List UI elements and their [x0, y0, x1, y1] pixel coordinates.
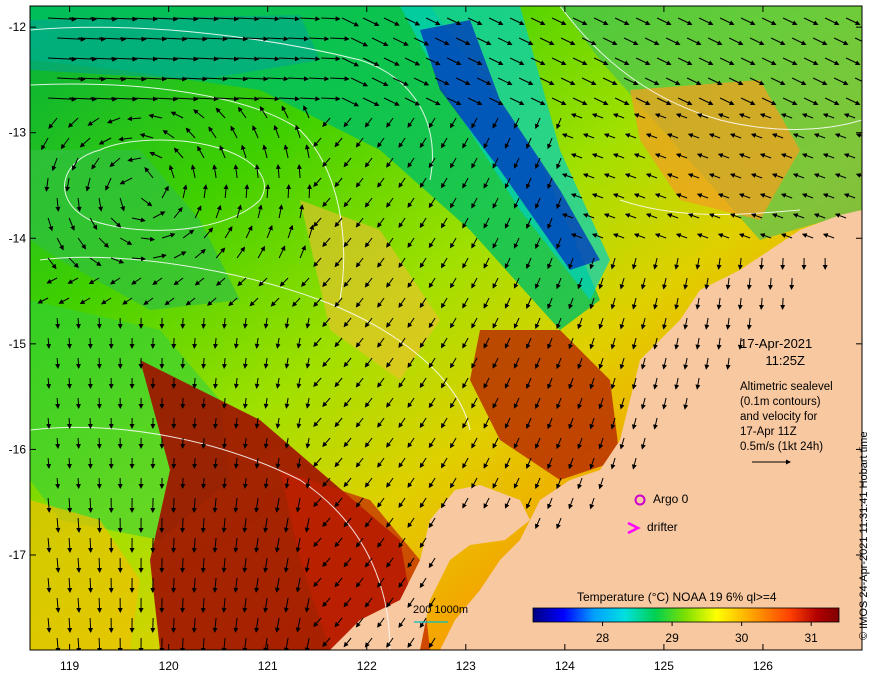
- velocity-arrow: [66, 457, 72, 469]
- drifter-label: drifter: [647, 520, 678, 534]
- velocity-arrow: [866, 114, 876, 118]
- lat-tick-label: -14: [9, 231, 27, 245]
- velocity-arrow: [180, 437, 186, 449]
- velocity-arrow: [171, 417, 177, 429]
- argo-label: Argo 0: [653, 492, 689, 506]
- velocity-arrow: [180, 317, 186, 329]
- lat-tick-label: -12: [9, 20, 27, 34]
- velocity-arrow: [75, 477, 81, 489]
- velocity-arrow: [180, 397, 186, 409]
- velocity-arrow: [66, 377, 72, 389]
- lon-tick-label: 122: [357, 659, 377, 673]
- velocity-arrow: [171, 377, 177, 389]
- velocity-arrow: [876, 78, 880, 85]
- lon-tick-label: 126: [753, 659, 773, 673]
- velocity-arrow: [97, 597, 103, 613]
- velocity-arrow: [171, 337, 177, 349]
- colorbar-tick-label: 29: [665, 631, 679, 645]
- velocity-arrow: [75, 317, 81, 329]
- velocity-arrow: [866, 194, 876, 198]
- velocity-arrow: [66, 417, 72, 429]
- velocity-arrow: [867, 58, 880, 65]
- sst-field: [30, 6, 862, 650]
- annotation-line: 17-Apr 11Z: [740, 426, 797, 438]
- velocity-arrow: [180, 477, 186, 489]
- velocity-arrow: [780, 257, 786, 270]
- lon-tick-label: 125: [654, 659, 674, 673]
- lat-tick-label: -17: [9, 548, 27, 562]
- copyright-notice: © IMOS 24-Apr-2021 11:31:41 Hobart time: [858, 431, 870, 640]
- velocity-arrow: [97, 557, 103, 573]
- lon-tick-label: 124: [555, 659, 575, 673]
- date-label: 17-Apr-2021: [740, 336, 813, 351]
- velocity-arrow: [286, 184, 292, 199]
- velocity-arrow: [866, 154, 876, 158]
- colorbar: [532, 607, 840, 623]
- depth-scale-label: 200 1000m: [413, 604, 469, 616]
- velocity-arrow: [88, 537, 94, 553]
- annotation-line: 0.5m/s (1kt 24h): [740, 441, 824, 453]
- annotation-line: and velocity for: [740, 411, 818, 423]
- velocity-arrow: [75, 357, 81, 369]
- velocity-arrow: [88, 577, 94, 593]
- lat-tick-label: -16: [9, 442, 27, 456]
- velocity-arrow: [867, 98, 880, 105]
- velocity-arrow: [97, 517, 103, 533]
- velocity-annotation: Altimetric sealevel (0.1m contours) and …: [740, 380, 833, 455]
- velocity-arrow: [75, 397, 81, 409]
- velocity-arrow: [307, 184, 313, 199]
- velocity-arrow: [180, 357, 186, 369]
- velocity-arrow: [171, 577, 177, 593]
- velocity-arrow: [780, 297, 786, 310]
- lon-tick-label: 123: [456, 659, 476, 673]
- time-label: 11:25Z: [765, 353, 805, 368]
- annotation-line: Altimetric sealevel: [740, 381, 833, 393]
- colorbar-tick-label: 30: [735, 631, 749, 645]
- lat-tick-label: -15: [9, 337, 27, 351]
- annotation-line: (0.1m contours): [740, 396, 821, 408]
- velocity-arrow: [789, 277, 795, 290]
- velocity-arrow: [867, 18, 880, 25]
- velocity-arrow: [171, 537, 177, 553]
- velocity-arrow: [180, 557, 186, 573]
- velocity-arrow: [75, 437, 81, 449]
- lon-tick-label: 119: [60, 659, 79, 673]
- colorbar-tick-label: 31: [805, 631, 819, 645]
- colorbar-tick-label: 28: [596, 631, 610, 645]
- velocity-arrow: [171, 457, 177, 469]
- velocity-arrow: [171, 617, 177, 633]
- colorbar-title: Temperature (°C) NOAA 19 6% ql>=4: [577, 590, 777, 604]
- velocity-arrow: [66, 337, 72, 349]
- lat-tick-label: -13: [9, 126, 27, 140]
- lon-tick-label: 120: [159, 659, 179, 673]
- velocity-arrow: [180, 517, 186, 533]
- timestamp: 17-Apr-2021 11:25Z: [740, 335, 812, 369]
- velocity-arrow: [876, 38, 880, 45]
- velocity-arrow: [171, 497, 177, 513]
- velocity-arrow: [88, 497, 94, 513]
- velocity-arrow: [88, 617, 94, 633]
- velocity-arrow: [180, 597, 186, 613]
- lon-tick-label: 121: [258, 659, 278, 673]
